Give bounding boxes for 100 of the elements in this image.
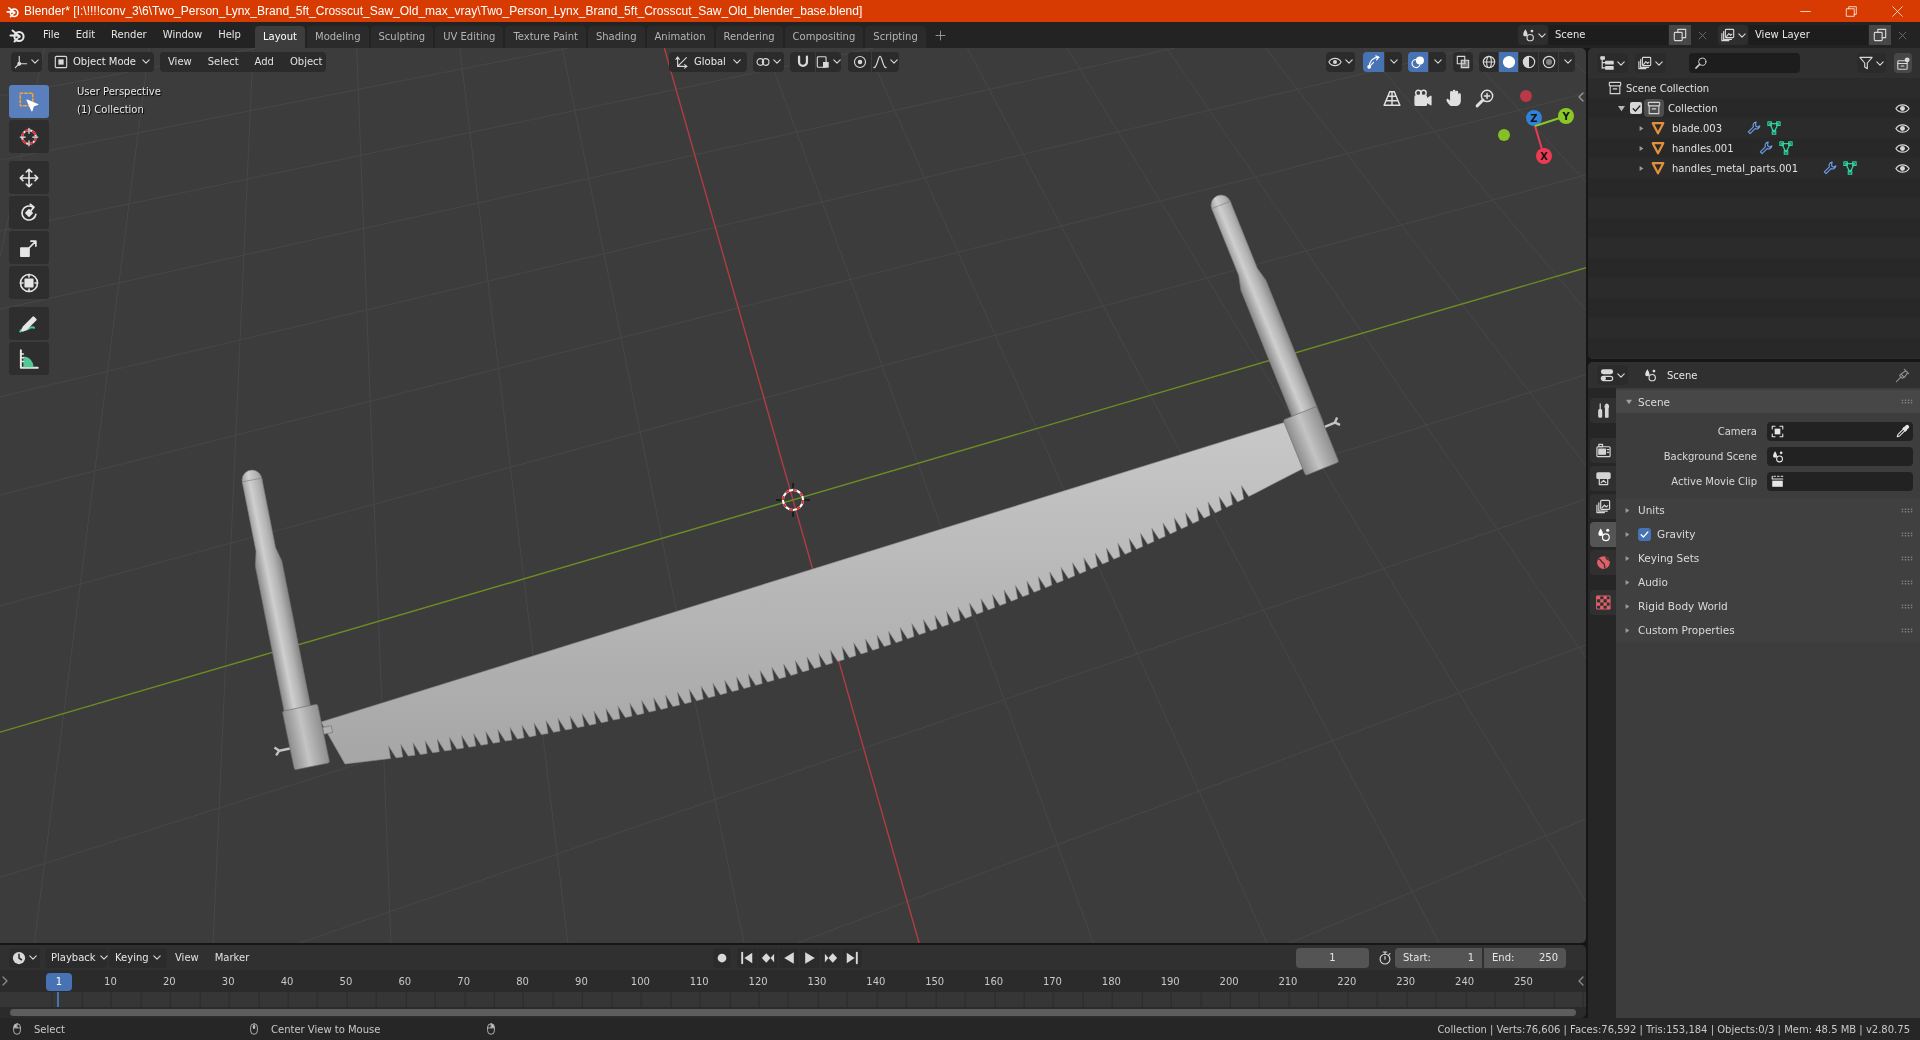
proportional-editing-toggle[interactable] xyxy=(848,51,871,72)
axis-handle[interactable] xyxy=(1520,90,1532,102)
item-label[interactable]: Collection xyxy=(1668,102,1718,114)
record-button[interactable] xyxy=(713,947,731,968)
shading-button[interactable] xyxy=(1499,51,1518,72)
workspace-tab[interactable]: Modeling xyxy=(307,26,369,48)
workspace-tab[interactable]: Layout xyxy=(255,26,305,48)
tool-button[interactable] xyxy=(9,196,49,229)
chevron-right-icon[interactable] xyxy=(2,976,8,986)
next-keyframe-button[interactable] xyxy=(821,947,841,968)
chevron-left-icon[interactable] xyxy=(1578,92,1584,102)
wrench-icon[interactable] xyxy=(1823,161,1837,175)
tool-button[interactable] xyxy=(9,231,49,264)
shading-button[interactable] xyxy=(1519,51,1538,72)
menu-dropdown[interactable]: Playback xyxy=(45,947,107,968)
menu-item[interactable]: Edit xyxy=(67,25,104,45)
item-label[interactable]: handles.001 xyxy=(1672,142,1734,154)
menu-item[interactable]: Add xyxy=(246,51,282,72)
drag-handle-icon[interactable] xyxy=(1901,603,1913,609)
tool-button[interactable] xyxy=(9,120,49,153)
scene-browse-button[interactable] xyxy=(1518,25,1548,45)
menu-item[interactable]: Window xyxy=(154,25,211,45)
menu-item[interactable]: Help xyxy=(210,25,249,45)
zoom-icon[interactable] xyxy=(1476,89,1494,107)
workspace-tab[interactable]: Animation xyxy=(646,26,714,48)
collection-icon[interactable] xyxy=(1608,81,1622,95)
properties-tab[interactable] xyxy=(1590,590,1616,615)
plus-icon[interactable] xyxy=(934,29,946,41)
disclosure-down-icon[interactable] xyxy=(1616,104,1626,112)
mode-dropdown[interactable]: Object Mode xyxy=(48,51,154,72)
disclosure-right-icon[interactable] xyxy=(1638,144,1644,152)
menu-dropdown[interactable]: Keying xyxy=(109,947,167,968)
properties-tab[interactable] xyxy=(1590,438,1616,463)
object-field[interactable] xyxy=(1767,422,1913,441)
item-label[interactable]: blade.003 xyxy=(1672,122,1723,134)
workspace-tab[interactable]: Scripting xyxy=(865,26,926,48)
editor-type-button[interactable] xyxy=(11,51,42,72)
editor-type-button[interactable] xyxy=(9,947,40,968)
properties-tab[interactable] xyxy=(1590,494,1616,519)
view-layer-name-field[interactable]: View Layer xyxy=(1749,25,1868,45)
menu-item[interactable]: View xyxy=(167,947,207,968)
movie-clip-field[interactable] xyxy=(1767,472,1913,491)
editor-type-button[interactable] xyxy=(1597,365,1628,385)
playhead[interactable]: 1 xyxy=(46,973,72,991)
tool-button[interactable] xyxy=(9,161,49,194)
triangle-object-icon[interactable] xyxy=(1651,141,1665,155)
view-layer-browse-button[interactable] xyxy=(1718,25,1748,45)
jump-to-end-button[interactable] xyxy=(842,947,862,968)
scene-name-field[interactable]: Scene xyxy=(1549,25,1668,45)
axis-handle[interactable] xyxy=(1498,129,1510,141)
shading-button[interactable] xyxy=(1539,51,1558,72)
wrench-icon[interactable] xyxy=(1758,141,1773,155)
drag-handle-icon[interactable] xyxy=(1901,579,1913,585)
menu-item[interactable]: Select xyxy=(199,51,247,72)
menu-item[interactable]: Marker xyxy=(206,947,258,968)
eyedropper-icon[interactable] xyxy=(1896,425,1909,438)
tool-button[interactable] xyxy=(9,266,49,299)
menu-item[interactable]: Object xyxy=(281,51,331,72)
close-icon[interactable] xyxy=(1696,29,1708,41)
workspace-tab[interactable]: Compositing xyxy=(784,26,864,48)
start-frame-field[interactable]: Start: 1 xyxy=(1395,947,1482,968)
mesh-data-icon[interactable] xyxy=(1778,141,1793,155)
workspace-tab[interactable]: Texture Paint xyxy=(505,26,586,48)
filter-dropdown[interactable] xyxy=(1857,53,1886,73)
blender-logo-icon[interactable] xyxy=(9,27,25,43)
gizmo-toggle[interactable] xyxy=(1363,51,1384,72)
collection-icon[interactable] xyxy=(1644,99,1664,117)
close-icon[interactable] xyxy=(1896,29,1908,41)
disclosure-right-icon[interactable] xyxy=(1638,124,1644,132)
camera-icon[interactable] xyxy=(1414,89,1432,107)
disclosure-right-icon[interactable] xyxy=(1638,164,1644,172)
triangle-object-icon[interactable] xyxy=(1651,161,1665,175)
hand-icon[interactable] xyxy=(1445,89,1463,107)
falloff-dropdown[interactable] xyxy=(872,51,899,72)
duplicate-scene-button[interactable] xyxy=(1669,25,1691,45)
mesh-data-icon[interactable] xyxy=(1843,161,1857,175)
mesh-data-icon[interactable] xyxy=(1767,121,1782,135)
workspace-tab[interactable]: Sculpting xyxy=(370,26,434,48)
properties-tab[interactable] xyxy=(1590,522,1616,547)
properties-tab[interactable] xyxy=(1590,550,1616,575)
snap-target-dropdown[interactable] xyxy=(816,51,841,72)
horizontal-scrollbar[interactable] xyxy=(10,1009,1576,1016)
drag-handle-icon[interactable] xyxy=(1901,531,1913,537)
play-reverse-button[interactable] xyxy=(779,947,799,968)
perspective-grid-icon[interactable] xyxy=(1383,89,1401,107)
drag-handle-icon[interactable] xyxy=(1901,399,1913,404)
menu-item[interactable]: Render xyxy=(103,25,155,45)
triangle-object-icon[interactable] xyxy=(1651,121,1665,135)
panel-header[interactable]: Scene xyxy=(1616,390,1920,413)
axis-handle[interactable]: Z xyxy=(1526,110,1542,127)
scene-field[interactable] xyxy=(1767,447,1913,466)
previous-keyframe-button[interactable] xyxy=(758,947,778,968)
drag-handle-icon[interactable] xyxy=(1901,507,1913,513)
chevron-left-icon[interactable] xyxy=(1578,976,1584,986)
duplicate-view-layer-button[interactable] xyxy=(1869,25,1891,45)
orientation-dropdown[interactable]: Global xyxy=(669,51,747,72)
shading-button[interactable] xyxy=(1479,51,1498,72)
visibility-dropdown[interactable] xyxy=(1326,51,1355,72)
item-label[interactable]: handles_metal_parts.001 xyxy=(1672,162,1798,174)
drag-handle-icon[interactable] xyxy=(1901,627,1913,633)
